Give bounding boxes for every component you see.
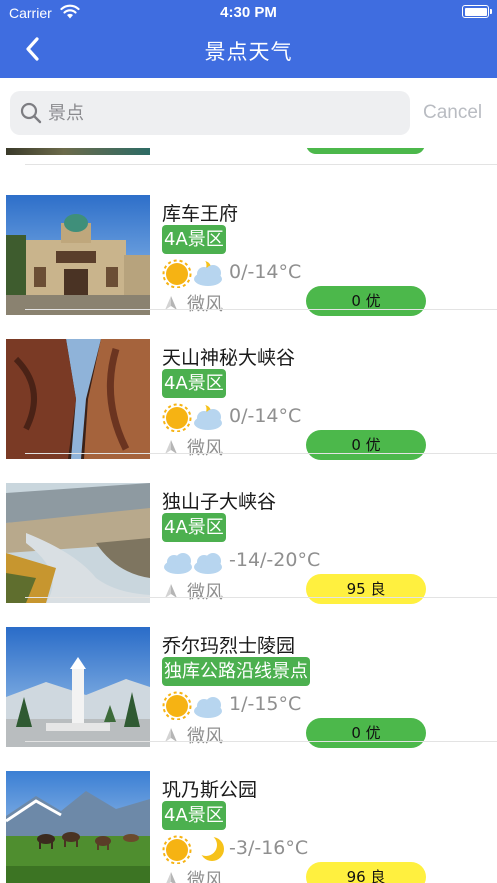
spot-list[interactable]: 库车王府 4A景区 0/-14°C 微风 0 优 天山神秘大峡谷 4A景区 0/… xyxy=(0,148,497,883)
aqi-badge xyxy=(306,148,425,154)
temperature: 1/-15°C xyxy=(229,693,302,715)
temperature: 0/-14°C xyxy=(229,261,302,283)
cancel-button[interactable]: Cancel xyxy=(423,102,482,124)
spot-name: 库车王府 xyxy=(162,203,239,225)
search-bar: Cancel xyxy=(0,78,497,148)
search-box[interactable] xyxy=(10,91,410,135)
navigation-bar: Carrier 4:30 PM 景点天气 xyxy=(0,0,497,78)
spot-tag: 4A景区 xyxy=(162,225,226,254)
spot-name: 巩乃斯公园 xyxy=(162,779,258,801)
sun-cloud-moon-icon xyxy=(162,402,224,433)
cloud-icon xyxy=(194,697,222,718)
temperature: -3/-16°C xyxy=(229,837,309,859)
list-item[interactable]: 乔尔玛烈士陵园 独库公路沿线景点 1/-15°C 微风 0 优 xyxy=(0,598,497,748)
spot-thumbnail xyxy=(6,339,150,459)
temperature: 0/-14°C xyxy=(229,405,302,427)
spot-tag: 4A景区 xyxy=(162,801,226,830)
divider xyxy=(25,164,497,165)
spot-thumbnail xyxy=(6,483,150,603)
spot-tag: 独库公路沿线景点 xyxy=(162,657,310,686)
list-item[interactable]: 巩乃斯公园 4A景区 -3/-16°C 微风 96 良 xyxy=(0,742,497,883)
spot-thumbnail xyxy=(6,771,150,883)
cloud-icon xyxy=(194,553,222,574)
cloud-cloud-icon xyxy=(162,546,224,576)
list-item[interactable]: 天山神秘大峡谷 4A景区 0/-14°C 微风 0 优 xyxy=(0,310,497,460)
sun-cloud-moon-icon xyxy=(162,258,224,289)
aqi-badge[interactable]: 96 良 xyxy=(306,862,426,883)
sun-icon xyxy=(162,835,192,865)
moon-icon xyxy=(195,834,224,861)
status-time: 4:30 PM xyxy=(220,4,277,21)
sun-icon xyxy=(162,403,192,433)
sun-icon xyxy=(162,259,192,289)
spot-name: 天山神秘大峡谷 xyxy=(162,347,296,369)
cloud-icon xyxy=(164,553,192,574)
spot-name: 独山子大峡谷 xyxy=(162,491,277,513)
page-title: 景点天气 xyxy=(204,40,293,64)
spot-name: 乔尔玛烈士陵园 xyxy=(162,635,296,657)
status-bar: Carrier 4:30 PM xyxy=(0,0,497,26)
temperature: -14/-20°C xyxy=(229,549,321,571)
search-icon xyxy=(20,102,42,124)
spot-tag: 4A景区 xyxy=(162,513,226,542)
wind-label: 微风 xyxy=(187,870,223,883)
spot-tag: 4A景区 xyxy=(162,369,226,398)
wind-direction-icon xyxy=(166,872,176,883)
spot-thumbnail xyxy=(6,195,150,315)
battery-icon xyxy=(462,5,492,18)
sun-cloud-icon xyxy=(162,690,224,721)
sun-moon-icon xyxy=(162,834,224,865)
spot-thumbnail xyxy=(6,627,150,747)
list-item-partial xyxy=(0,148,497,166)
spot-thumbnail xyxy=(6,148,150,155)
sun-icon xyxy=(162,691,192,721)
list-item[interactable]: 库车王府 4A景区 0/-14°C 微风 0 优 xyxy=(0,166,497,316)
search-input[interactable] xyxy=(48,91,398,135)
list-item[interactable]: 独山子大峡谷 4A景区 -14/-20°C 微风 95 良 xyxy=(0,454,497,604)
